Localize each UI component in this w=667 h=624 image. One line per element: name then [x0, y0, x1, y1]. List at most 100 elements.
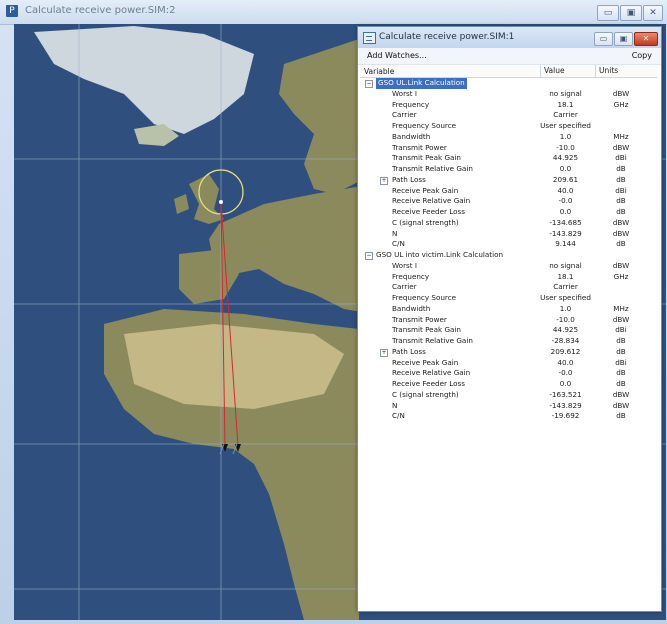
tree-row[interactable]: Receive Relative Gain -0.0 dB	[360, 196, 657, 207]
row-unit: dBi	[615, 153, 627, 163]
row-label: Transmit Peak Gain	[392, 325, 461, 335]
outer-minimize-button[interactable]: ▭	[597, 5, 619, 21]
row-unit: dBW	[612, 400, 630, 410]
row-value: 1.0	[559, 131, 572, 141]
tree-row[interactable]: Transmit Peak Gain 44.925 dBi	[360, 153, 657, 164]
collapse-toggle-icon[interactable]: −	[365, 80, 373, 88]
tree-group-row[interactable]: − GSO UL into victim.Link Calculation	[360, 250, 657, 261]
row-value: 40.0	[557, 185, 574, 195]
row-label: Bandwidth	[392, 303, 431, 313]
column-variable[interactable]: Variable	[364, 67, 394, 76]
row-value: -28.834	[551, 336, 580, 345]
column-value[interactable]: Value	[540, 65, 565, 77]
row-unit: dB	[616, 379, 626, 388]
tree-row[interactable]: Frequency 18.1 GHz	[360, 100, 657, 111]
tree-row[interactable]: + Path Loss 209.612 dB	[360, 347, 657, 358]
row-value: no signal	[549, 88, 582, 98]
satellite-point	[219, 200, 223, 204]
collapse-toggle-icon[interactable]: −	[365, 252, 373, 260]
tree-row[interactable]: Transmit Power -10.0 dBW	[360, 143, 657, 154]
row-value: 44.925	[552, 153, 579, 163]
tree-row[interactable]: Receive Peak Gain 40.0 dBi	[360, 358, 657, 369]
tree-group-row[interactable]: − GSO UL.Link Calculation	[360, 78, 657, 89]
row-value: -0.0	[558, 368, 573, 378]
row-label: Frequency	[392, 271, 430, 281]
expand-toggle-icon[interactable]: +	[380, 176, 388, 185]
row-value: -143.829	[549, 228, 582, 238]
row-unit: dB	[616, 346, 626, 356]
tree-row[interactable]: C (signal strength) -134.685 dBW	[360, 218, 657, 229]
watch-close-button[interactable]: ✕	[634, 32, 658, 46]
tree-row[interactable]: C/N -19.692 dB	[360, 411, 657, 422]
watch-maximize-button[interactable]: ▣	[614, 32, 633, 46]
row-value: User specified	[540, 121, 591, 130]
row-unit: dBW	[612, 389, 630, 399]
tree-row[interactable]: Worst I no signal dBW	[360, 89, 657, 100]
outer-maximize-button[interactable]: ▣	[620, 5, 642, 21]
tree-row[interactable]: Frequency 18.1 GHz	[360, 272, 657, 283]
row-unit: dB	[616, 411, 626, 421]
expand-toggle-icon[interactable]: +	[380, 348, 388, 357]
row-value: User specified	[540, 293, 591, 302]
row-value: -143.829	[549, 400, 582, 410]
tree-row[interactable]: Receive Feeder Loss 0.0 dB	[360, 207, 657, 218]
row-label: Frequency Source	[392, 121, 457, 130]
tree-row[interactable]: Carrier Carrier	[360, 110, 657, 121]
outer-close-button[interactable]: ✕	[643, 5, 663, 21]
row-label: Worst I	[392, 88, 418, 98]
row-value: 1.0	[559, 303, 572, 313]
row-value: 40.0	[557, 357, 574, 367]
tree-row[interactable]: Bandwidth 1.0 MHz	[360, 304, 657, 315]
tree-row[interactable]: Bandwidth 1.0 MHz	[360, 132, 657, 143]
row-unit: dBW	[612, 217, 630, 227]
row-label: Carrier	[392, 110, 417, 120]
row-label: Receive Peak Gain	[392, 357, 459, 367]
tree-row[interactable]: Frequency Source User specified	[360, 121, 657, 132]
row-label: Receive Feeder Loss	[392, 207, 465, 216]
row-value: Carrier	[553, 110, 578, 120]
row-label: C/N	[392, 411, 405, 421]
watch-minimize-button[interactable]: ▭	[594, 32, 613, 46]
row-label: Receive Relative Gain	[392, 196, 471, 206]
tree-row[interactable]: Carrier Carrier	[360, 282, 657, 293]
row-value: 44.925	[552, 325, 579, 335]
add-watches-menu[interactable]: Add Watches...	[367, 51, 427, 60]
tree-row[interactable]: N -143.829 dBW	[360, 229, 657, 240]
tree-row[interactable]: Frequency Source User specified	[360, 293, 657, 304]
tree-row[interactable]: Receive Feeder Loss 0.0 dB	[360, 379, 657, 390]
row-value: 9.144	[555, 239, 576, 249]
watch-window-title: Calculate receive power.SIM:1	[379, 32, 515, 42]
row-label: C/N	[392, 239, 405, 249]
tree-row[interactable]: N -143.829 dBW	[360, 401, 657, 412]
copy-menu[interactable]: Copy	[632, 51, 652, 60]
row-value: 209.61	[552, 174, 579, 184]
tree-row[interactable]: Worst I no signal dBW	[360, 261, 657, 272]
tree-row[interactable]: Transmit Power -10.0 dBW	[360, 315, 657, 326]
row-label: Path Loss	[392, 346, 426, 356]
row-label: Transmit Power	[392, 142, 447, 152]
row-label: Transmit Power	[392, 314, 447, 324]
row-label: N	[392, 400, 398, 410]
row-value: 209.612	[550, 346, 581, 356]
tree-row[interactable]: Transmit Relative Gain -28.834 dB	[360, 336, 657, 347]
tree-row[interactable]: C/N 9.144 dB	[360, 239, 657, 250]
watch-window-titlebar[interactable]: Calculate receive power.SIM:1 ▭ ▣ ✕	[358, 27, 661, 48]
column-units[interactable]: Units	[595, 65, 649, 77]
tree-row[interactable]: Receive Peak Gain 40.0 dBi	[360, 186, 657, 197]
column-header: Variable Value Units	[360, 65, 657, 78]
row-value: -10.0	[556, 142, 575, 152]
app-icon: P	[6, 5, 18, 17]
row-label: Bandwidth	[392, 131, 431, 141]
row-label: Frequency	[392, 99, 430, 109]
tree-row[interactable]: Transmit Relative Gain 0.0 dB	[360, 164, 657, 175]
watch-window-icon	[363, 32, 376, 44]
tree-row[interactable]: Receive Relative Gain -0.0 dB	[360, 368, 657, 379]
tree-row[interactable]: C (signal strength) -163.521 dBW	[360, 390, 657, 401]
row-label: Receive Relative Gain	[392, 368, 471, 378]
tree-row[interactable]: Transmit Peak Gain 44.925 dBi	[360, 325, 657, 336]
outer-titlebar[interactable]: P Calculate receive power.SIM:2 ▭ ▣ ✕	[0, 0, 667, 25]
row-label: Receive Peak Gain	[392, 185, 459, 195]
tree-row[interactable]: + Path Loss 209.61 dB	[360, 175, 657, 186]
row-label: C (signal strength)	[392, 389, 459, 399]
row-value: -163.521	[549, 389, 582, 399]
